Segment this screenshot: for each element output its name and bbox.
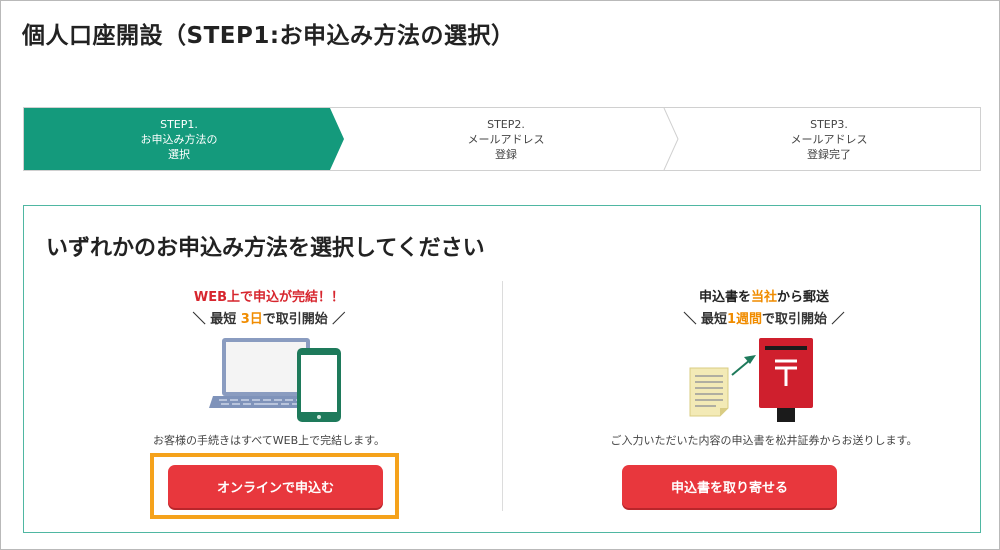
panel-heading: いずれかのお申込み方法を選択してください: [46, 236, 485, 261]
page-title: 個人口座開設（STEP1:お申込み方法の選択）: [22, 23, 515, 49]
online-lead-time-prefix: ＼ 最短: [192, 312, 241, 327]
step-1-label-line1: お申込み方法の: [140, 132, 218, 146]
mail-lead-time-suffix: で取引開始 ／: [762, 312, 845, 327]
step-1-number: STEP1.: [160, 117, 198, 131]
document-and-postbox-icon: [689, 338, 813, 422]
mail-description: ご入力いただいた内容の申込書を松井証券からお送りします。: [610, 434, 918, 447]
step-3: STEP3. メールアドレス 登録完了: [678, 108, 980, 170]
step-2-label-line2: 登録: [495, 147, 517, 161]
button-highlight-frame: [150, 453, 399, 519]
mail-catchcopy-company: 当社: [750, 290, 777, 305]
online-description: お客様の手続きはすべてWEB上で完結します。: [152, 434, 386, 447]
step-1: STEP1. お申込み方法の 選択: [24, 108, 334, 170]
step-3-label-line2: 登録完了: [807, 147, 851, 161]
mail-catchcopy-part2: から郵送: [777, 290, 830, 305]
step-2: STEP2. メールアドレス 登録: [344, 108, 668, 170]
laptop-and-tablet-icon: [209, 338, 341, 422]
step-progress-bar: STEP1. お申込み方法の 選択 STEP2. メールアドレス 登録 STEP…: [23, 107, 981, 171]
mail-lead-time: ＼ 最短1週間で取引開始 ／: [554, 308, 974, 327]
mail-catchcopy-part1: 申込書を: [698, 290, 751, 305]
step-1-label-line2: 選択: [168, 147, 190, 161]
online-catchcopy: WEB上で申込が完結！！: [193, 290, 345, 305]
mail-lead-time-weeks: 1週間: [726, 312, 763, 327]
step-2-label-line1: メールアドレス: [467, 132, 545, 146]
column-divider: [502, 281, 503, 511]
mail-lead-time-prefix: ＼ 最短: [683, 312, 727, 327]
online-lead-time-days: 3日: [240, 312, 263, 327]
online-lead-time-suffix: で取引開始 ／: [262, 312, 346, 327]
request-application-form-button[interactable]: 申込書を取り寄せる: [622, 465, 837, 508]
step-2-number: STEP2.: [487, 117, 525, 131]
mail-catchcopy: 申込書を当社から郵送: [554, 286, 974, 305]
step-3-number: STEP3.: [810, 117, 848, 131]
step-3-label-line1: メールアドレス: [790, 132, 868, 146]
online-lead-time: ＼ 最短 3日で取引開始 ／: [59, 308, 479, 327]
